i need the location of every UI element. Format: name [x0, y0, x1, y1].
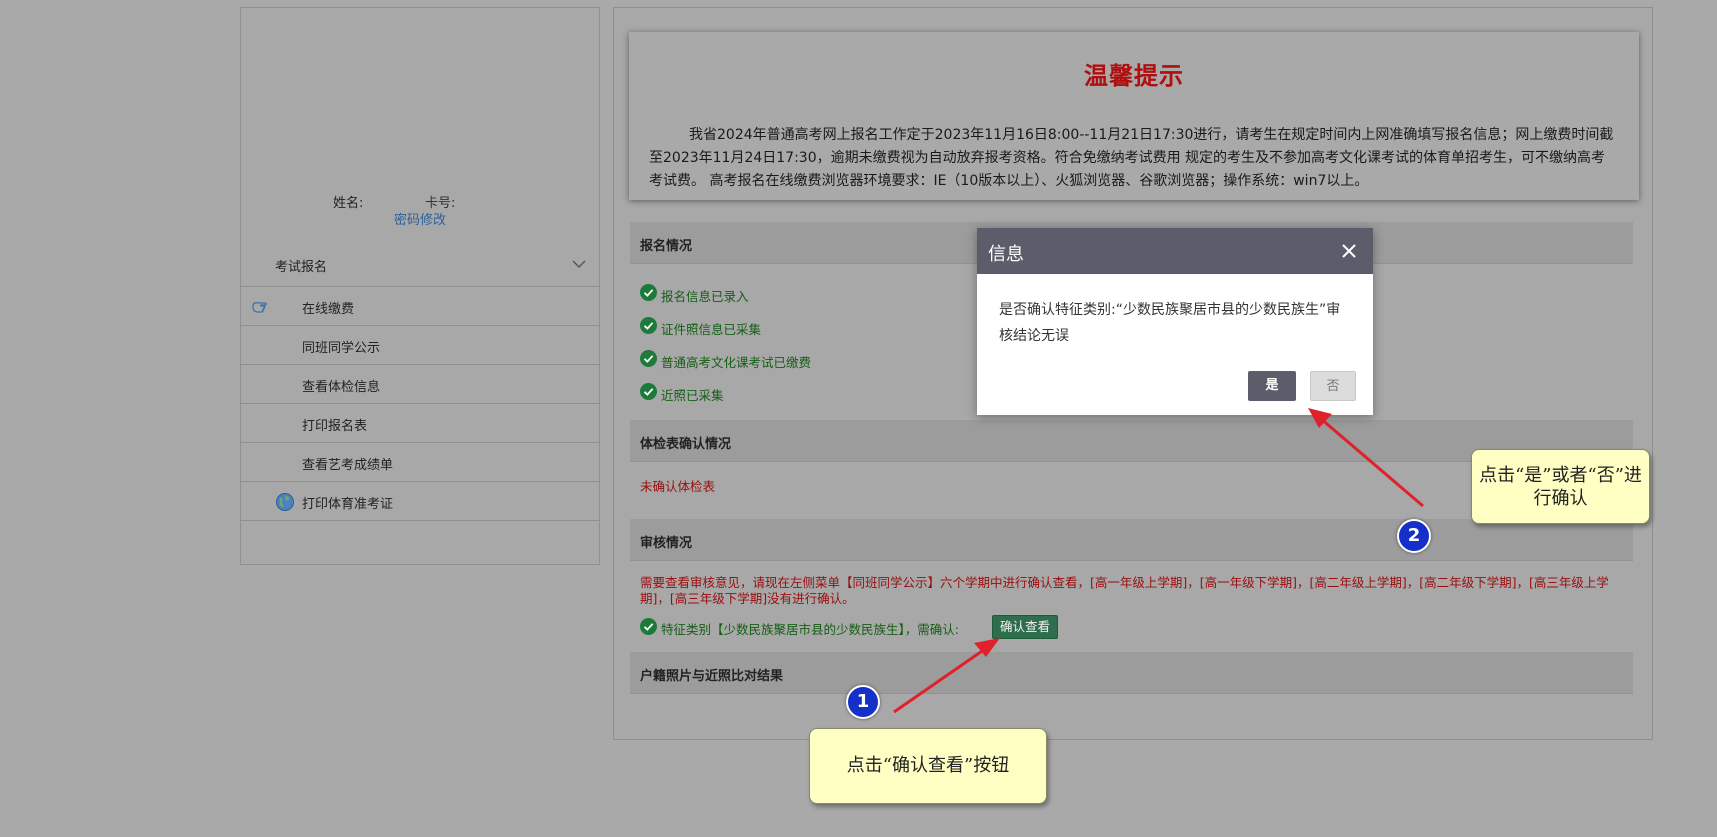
feature-category-text: 特征类别【少数民族聚居市县的少数民族生】，需确认: [661, 622, 959, 637]
confirm-dialog: 信息 是否确认特征类别:“少数民族聚居市县的少数民族生”审核结论无误 是 否 [977, 228, 1373, 415]
section-title: 体检表确认情况 [640, 437, 732, 452]
menu-header-label: 考试报名 [275, 260, 328, 275]
check-circle-icon [640, 350, 657, 367]
section-review: 审核情况 [630, 519, 1633, 561]
hand-pointer-icon [252, 301, 267, 313]
review-note: 需要查看审核意见，请现在左侧菜单【同班同学公示】六个学期中进行确认查看，[高一年… [640, 575, 1609, 606]
sidebar-item-online-payment[interactable]: 在线缴费 [241, 287, 599, 326]
status-text: 证件照信息已采集 [661, 322, 762, 337]
sidebar: 姓名: 卡号: 密码修改 考试报名 在线缴费 同班同学公示 查看体检信息 打印报… [240, 7, 600, 565]
sidebar-item-art-exam-scores[interactable]: 查看艺考成绩单 [241, 443, 599, 482]
notice-title: 温馨提示 [1084, 62, 1184, 90]
notice-body: 我省2024年普通高考网上报名工作定于2023年11月16日8:00--11月2… [649, 127, 1614, 189]
sidebar-item-label: 查看艺考成绩单 [302, 458, 394, 473]
check-circle-icon [640, 284, 657, 301]
no-button[interactable]: 否 [1310, 371, 1356, 401]
menu-header-exam-registration[interactable]: 考试报名 [241, 241, 599, 287]
sidebar-item-label: 打印报名表 [302, 419, 368, 434]
sidebar-item-label: 在线缴费 [302, 302, 355, 317]
yes-button[interactable]: 是 [1248, 371, 1296, 401]
callout-click-confirm-view: 点击“确认查看”按钮 [809, 728, 1047, 804]
section-title: 报名情况 [640, 239, 693, 254]
sidebar-item-label: 同班同学公示 [302, 341, 381, 356]
check-circle-icon [640, 383, 657, 400]
globe-icon [276, 493, 294, 511]
status-text: 近照已采集 [661, 388, 724, 403]
check-circle-icon [640, 618, 657, 635]
section-title: 户籍照片与近照比对结果 [640, 669, 784, 684]
status-text: 普通高考文化课考试已缴费 [661, 355, 812, 370]
dialog-message: 是否确认特征类别:“少数民族聚居市县的少数民族生”审核结论无误 [999, 302, 1341, 344]
sidebar-item-print-sports-admission[interactable]: 打印体育准考证 [241, 482, 599, 521]
sidebar-item-physical-exam-info[interactable]: 查看体检信息 [241, 365, 599, 404]
section-photo-comparison: 户籍照片与近照比对结果 [630, 652, 1633, 694]
dialog-header: 信息 [977, 228, 1373, 274]
sidebar-item-label: 打印体育准考证 [302, 497, 394, 512]
sidebar-item-classmates-publicity[interactable]: 同班同学公示 [241, 326, 599, 365]
confirm-view-button[interactable]: 确认查看 [992, 615, 1058, 639]
chevron-down-icon [572, 260, 586, 268]
status-text: 报名信息已录入 [661, 289, 749, 304]
physical-exam-status: 未确认体检表 [640, 479, 716, 494]
sidebar-item-print-registration-form[interactable]: 打印报名表 [241, 404, 599, 443]
callout-click-yes-or-no: 点击“是”或者“否”进行确认 [1471, 449, 1650, 524]
section-title: 审核情况 [640, 536, 693, 551]
notice-box: 温馨提示 我省2024年普通高考网上报名工作定于2023年11月16日8:00-… [629, 32, 1639, 200]
sidebar-item-label: 查看体检信息 [302, 380, 381, 395]
check-circle-icon [640, 317, 657, 334]
step-badge-2: 2 [1397, 519, 1431, 553]
step-badge-1: 1 [846, 685, 880, 719]
dialog-title: 信息 [988, 244, 1024, 265]
change-password-link[interactable]: 密码修改 [394, 209, 446, 228]
name-label: 姓名: [333, 196, 364, 211]
close-icon[interactable] [1339, 241, 1359, 261]
